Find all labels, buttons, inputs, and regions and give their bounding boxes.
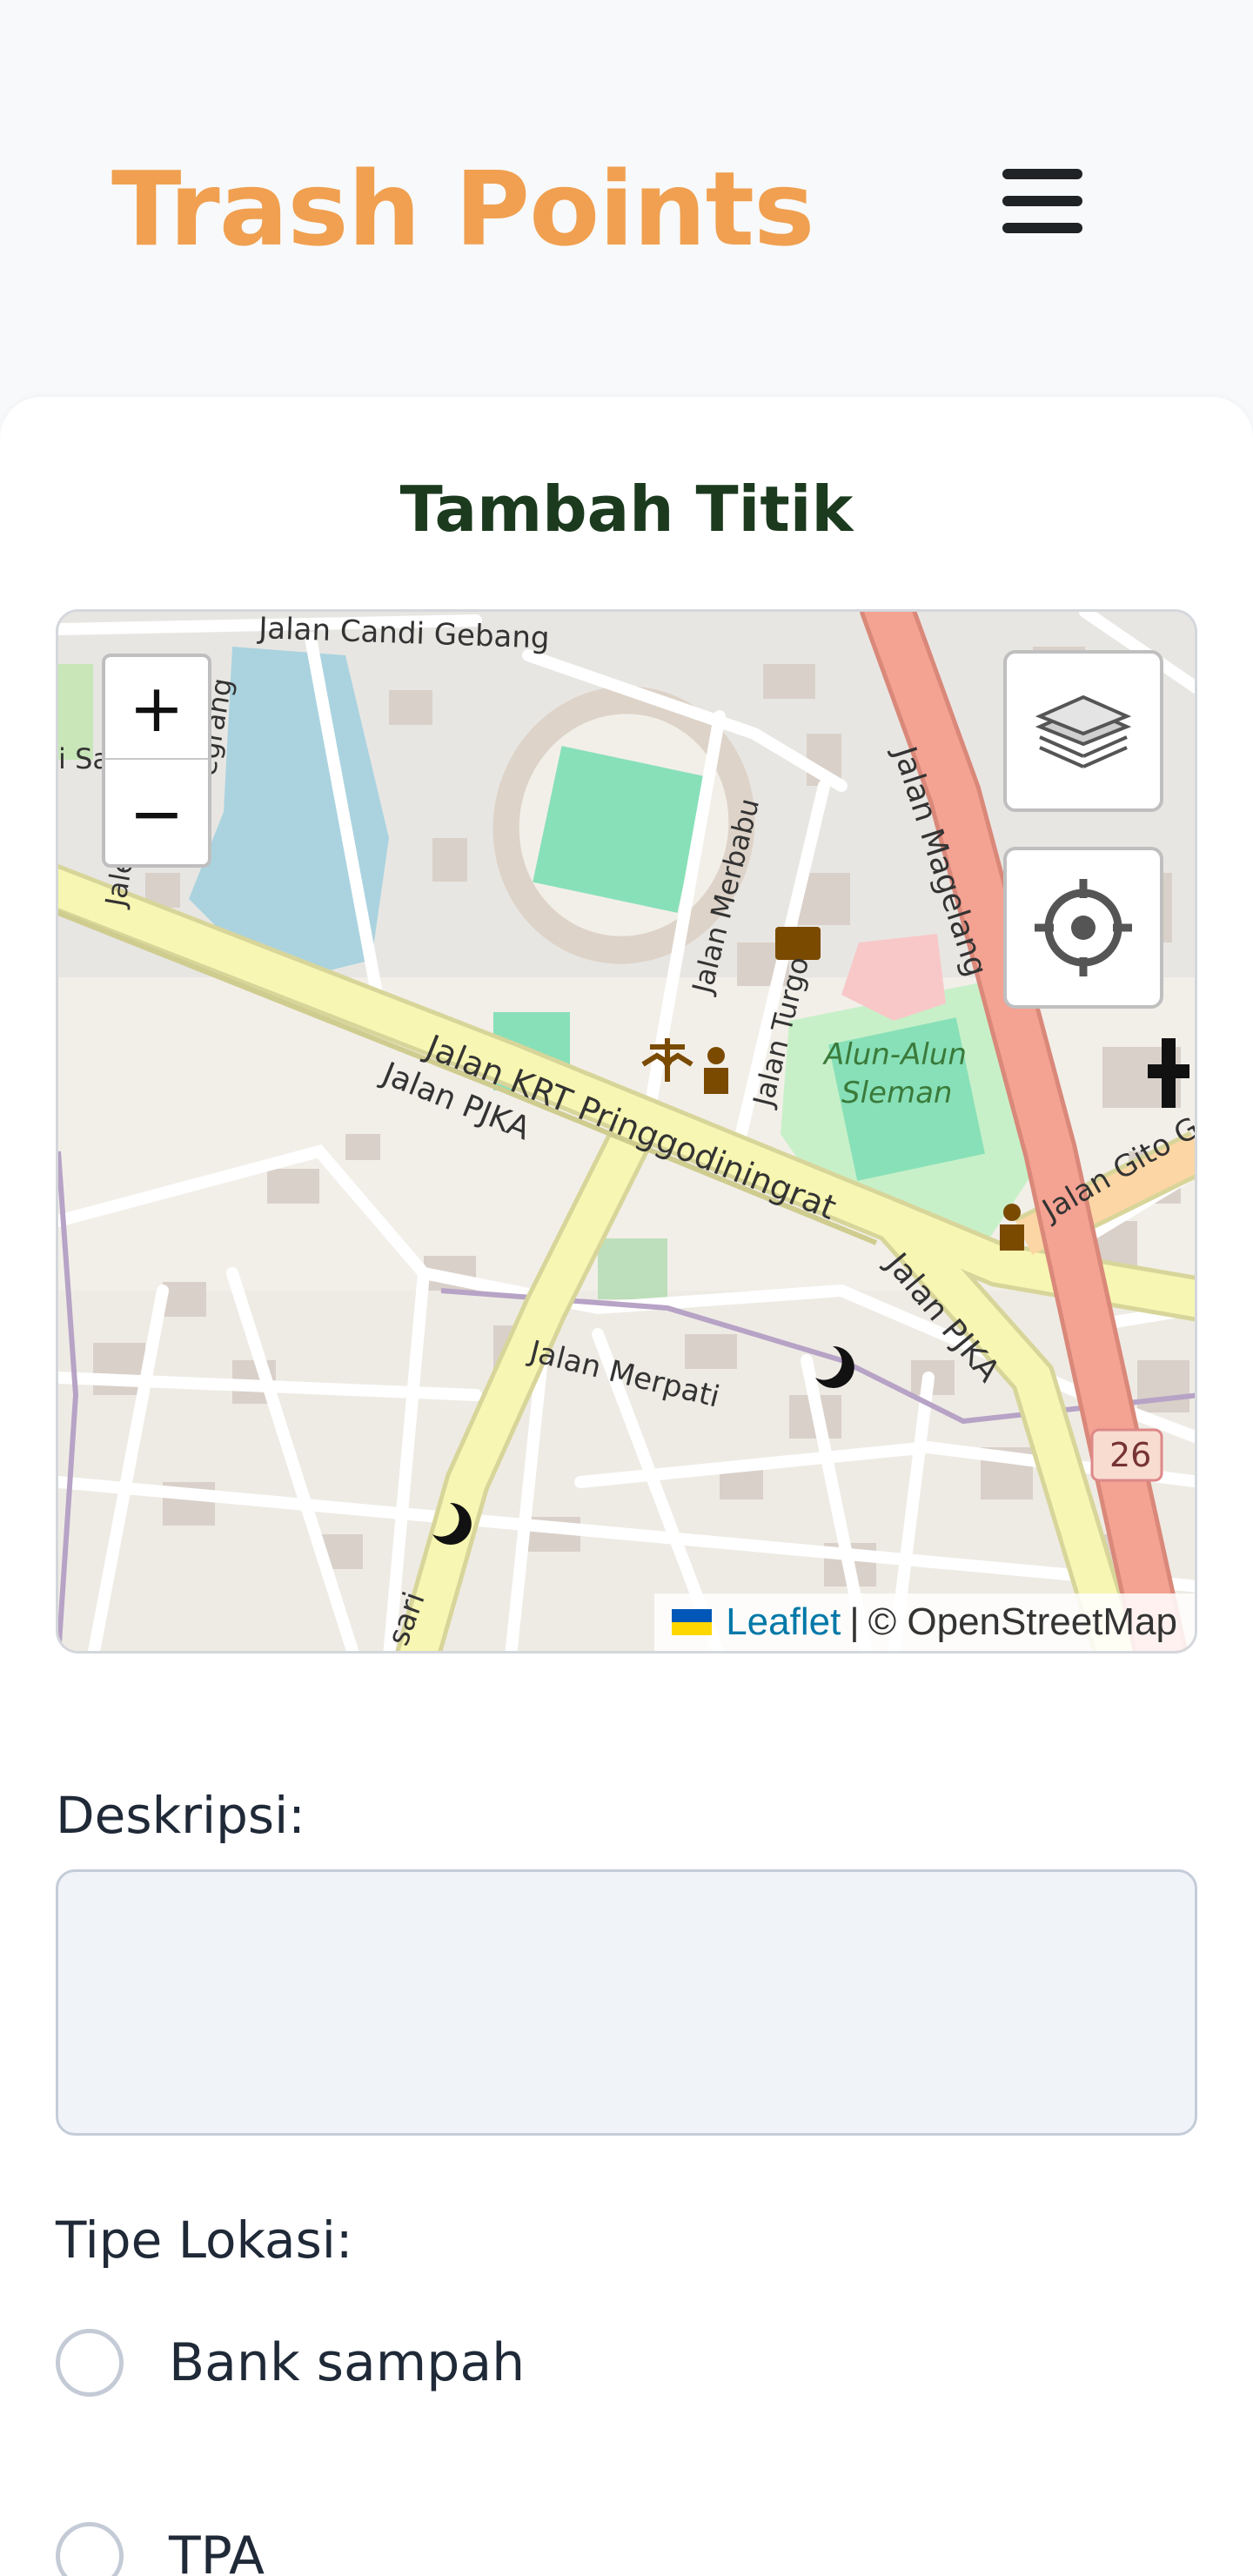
location-type-option-tpa[interactable]: TPA [56, 2517, 265, 2576]
menu-bar [1002, 196, 1082, 206]
description-textarea[interactable] [56, 1869, 1197, 2136]
ukraine-flag-icon [672, 1609, 713, 1635]
location-type-option-bank-sampah[interactable]: Bank sampah [56, 2324, 525, 2402]
radio-label: Bank sampah [169, 2332, 526, 2393]
app-title[interactable]: Trash Points [111, 139, 814, 278]
zoom-out-button[interactable]: − [105, 761, 208, 864]
hamburger-menu-icon[interactable] [997, 162, 1088, 240]
road-number-label: 26 [1109, 1436, 1151, 1474]
attribution-separator: | [849, 1600, 860, 1643]
menu-bar [1002, 223, 1082, 233]
menu-bar [1002, 169, 1082, 179]
crosshair-locate-icon [1035, 879, 1132, 976]
radio-label: TPA [169, 2526, 265, 2576]
map-container[interactable]: Jalan Candi Gebang Jalan Magelang Jalan … [56, 609, 1197, 1654]
radio-button[interactable] [56, 2522, 124, 2576]
map-attribution: Leaflet | © OpenStreetMap [654, 1593, 1195, 1651]
osm-attribution[interactable]: © OpenStreetMap [868, 1600, 1177, 1644]
layers-icon [1035, 694, 1132, 768]
zoom-control: + − [102, 654, 211, 868]
park-label-sleman: Sleman [841, 1076, 952, 1110]
radio-button[interactable] [56, 2329, 124, 2397]
layers-button[interactable] [1003, 650, 1163, 812]
location-type-label: Tipe Lokasi: [56, 2210, 353, 2270]
leaflet-link[interactable]: Leaflet [726, 1600, 841, 1644]
form-title: Tambah Titik [399, 473, 854, 546]
description-label: Deskripsi: [56, 1786, 305, 1845]
app-header: Trash Points [0, 0, 1253, 397]
zoom-in-button[interactable]: + [105, 657, 208, 760]
park-label-alun: Alun-Alun [822, 1037, 967, 1072]
locate-button[interactable] [1003, 847, 1163, 1009]
